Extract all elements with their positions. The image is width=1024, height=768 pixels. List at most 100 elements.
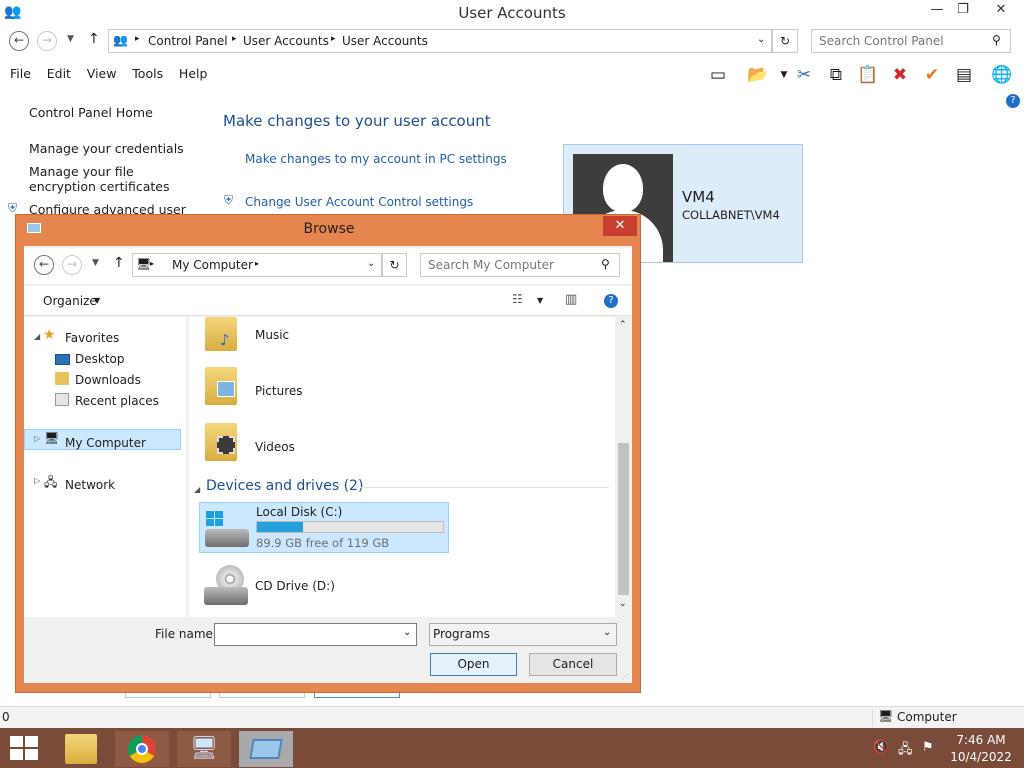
tree-favorites[interactable]: Favorites [65, 331, 119, 345]
help-icon[interactable]: ? [1006, 94, 1020, 108]
scroll-down-icon[interactable]: ⌄ [619, 599, 627, 609]
menu-help[interactable]: Help [179, 62, 208, 86]
user-name: VM4 [682, 188, 715, 206]
search-placeholder: Search Control Panel [819, 34, 944, 48]
view-dropdown-icon[interactable]: ▼ [537, 296, 543, 305]
local-disk-item[interactable]: Local Disk (C:) 89.9 GB free of 119 GB [199, 502, 449, 553]
cut-icon[interactable]: ✂ [792, 63, 816, 87]
search-control-panel-input[interactable]: Search Control Panel ⚲ [811, 29, 1011, 53]
action-center-icon[interactable]: ⚑ [922, 740, 934, 755]
dialog-close-button[interactable]: ✕ [603, 216, 637, 236]
paste-icon[interactable]: 📋 [856, 63, 880, 87]
folder-music[interactable]: Music [255, 328, 289, 342]
filename-input[interactable]: ⌄ [214, 623, 417, 646]
view-options-icon[interactable]: ☷ [512, 292, 523, 306]
menu-view[interactable]: View [87, 62, 117, 86]
collapse-arrow-icon[interactable]: ◢ [194, 485, 200, 494]
tree-recent-places[interactable]: Recent places [75, 394, 159, 408]
background-button [125, 693, 211, 698]
control-panel-taskbar-icon[interactable]: 🖥 [177, 731, 231, 767]
refresh-icon[interactable]: ↻ [382, 253, 407, 277]
search-my-computer-input[interactable]: Search My Computer ⚲ [420, 253, 620, 277]
address-dropdown-icon[interactable]: ⌄ [757, 34, 765, 45]
breadcrumb-user-accounts-current[interactable]: User Accounts [342, 34, 428, 48]
menu-file[interactable]: File [10, 62, 31, 86]
uac-shield-icon: ⛨ [224, 193, 234, 207]
local-disk-icon [203, 509, 249, 549]
search-icon[interactable]: ⚲ [992, 33, 1001, 47]
file-encryption-link[interactable]: Manage your file encryption certificates [29, 164, 189, 194]
cancel-button[interactable]: Cancel [529, 653, 617, 676]
breadcrumb-control-panel[interactable]: Control Panel [148, 34, 228, 48]
command-bar: Organize ▼ ☷ ▼ ▥ ? [24, 286, 632, 316]
tree-network[interactable]: Network [65, 478, 115, 492]
downloads-icon [55, 372, 69, 385]
chrome-taskbar-icon[interactable] [115, 731, 169, 767]
folder-pictures[interactable]: Pictures [255, 384, 303, 398]
vertical-scrollbar[interactable]: ⌃ ⌄ [615, 317, 632, 617]
location-my-computer[interactable]: My Computer [172, 258, 253, 272]
menu-tools[interactable]: Tools [132, 62, 163, 86]
back-icon[interactable]: ← [34, 255, 54, 275]
network-tray-icon[interactable]: 🖧 [898, 740, 913, 762]
forward-icon[interactable]: → [62, 255, 82, 275]
help-icon[interactable]: ? [604, 294, 618, 308]
volume-muted-icon[interactable]: 🔇 [873, 740, 889, 755]
menu-edit[interactable]: Edit [47, 62, 71, 86]
copy-icon[interactable]: ⧉ [824, 63, 848, 87]
file-type-dropdown-icon[interactable]: ⌄ [603, 627, 611, 638]
expand-arrow-icon[interactable]: ▷ [34, 476, 40, 485]
location-dropdown-icon[interactable]: ⌄ [367, 258, 375, 269]
pictures-folder-icon [205, 367, 237, 407]
layout-icon[interactable]: ▭ [706, 63, 730, 87]
location-bar[interactable]: 🖥 ▸ My Computer ▸ ⌄ [132, 253, 382, 277]
preview-pane-icon[interactable]: ▥ [565, 292, 577, 307]
breadcrumb-user-accounts[interactable]: User Accounts [243, 34, 329, 48]
properties-icon[interactable]: ▤ [952, 63, 976, 87]
tree-my-computer[interactable]: My Computer [65, 436, 146, 450]
local-disk-free: 89.9 GB free of 119 GB [256, 536, 390, 550]
recent-dropdown-icon[interactable]: ▼ [92, 258, 99, 268]
folder-videos[interactable]: Videos [255, 440, 295, 454]
checkmark-icon[interactable]: ✔ [920, 63, 944, 87]
close-button[interactable]: ✕ [986, 0, 1016, 22]
scroll-thumb[interactable] [618, 443, 629, 595]
back-icon[interactable]: ← [9, 31, 29, 51]
open-button[interactable]: Open [430, 653, 517, 676]
control-panel-home-link[interactable]: Control Panel Home [29, 105, 153, 120]
refresh-icon[interactable]: ↻ [772, 29, 798, 53]
collapse-arrow-icon[interactable]: ◢ [34, 332, 40, 341]
forward-icon[interactable]: → [37, 31, 57, 51]
folder-options-icon[interactable]: 📂 [746, 63, 770, 87]
tree-desktop[interactable]: Desktop [75, 352, 125, 366]
dialog-footer: File name: ⌄ Programs ⌄ Open Cancel ⋰ [24, 617, 632, 683]
cd-drive-name[interactable]: CD Drive (D:) [255, 579, 335, 593]
file-explorer-taskbar-icon[interactable] [54, 731, 108, 767]
scroll-up-icon[interactable]: ⌃ [619, 320, 627, 330]
tree-downloads[interactable]: Downloads [75, 373, 141, 387]
resize-grip-icon[interactable]: ⋰ [622, 673, 629, 681]
organize-dropdown-icon[interactable]: ▼ [94, 296, 100, 305]
devices-header[interactable]: Devices and drives (2) [206, 478, 363, 494]
delete-icon[interactable]: ✖ [888, 63, 912, 87]
status-count: 0 [2, 710, 10, 724]
up-icon[interactable]: ↑ [88, 31, 100, 47]
globe-icon[interactable]: 🌐 [990, 63, 1014, 87]
start-windows-icon[interactable] [10, 736, 38, 760]
browse-dialog-taskbar-icon[interactable] [239, 731, 293, 767]
address-bar[interactable]: 👥 ▸ Control Panel ▸ User Accounts ▸ User… [108, 29, 772, 53]
videos-folder-icon [205, 423, 237, 463]
search-icon[interactable]: ⚲ [601, 257, 610, 271]
organize-button[interactable]: Organize [43, 294, 97, 308]
recent-places-icon [55, 393, 69, 406]
manage-credentials-link[interactable]: Manage your credentials [29, 141, 184, 156]
filename-dropdown-icon[interactable]: ⌄ [403, 627, 411, 638]
clock[interactable]: 7:46 AM 10/4/2022 [946, 733, 1016, 764]
uac-settings-link[interactable]: Change User Account Control settings [245, 195, 473, 209]
expand-arrow-icon[interactable]: ▷ [34, 434, 40, 443]
pc-settings-link[interactable]: Make changes to my account in PC setting… [245, 152, 507, 166]
file-type-select[interactable]: Programs ⌄ [429, 623, 617, 646]
recent-dropdown-icon[interactable]: ▼ [67, 34, 74, 44]
up-icon[interactable]: ↑ [113, 255, 125, 271]
restore-button[interactable]: ❐ [948, 0, 978, 22]
